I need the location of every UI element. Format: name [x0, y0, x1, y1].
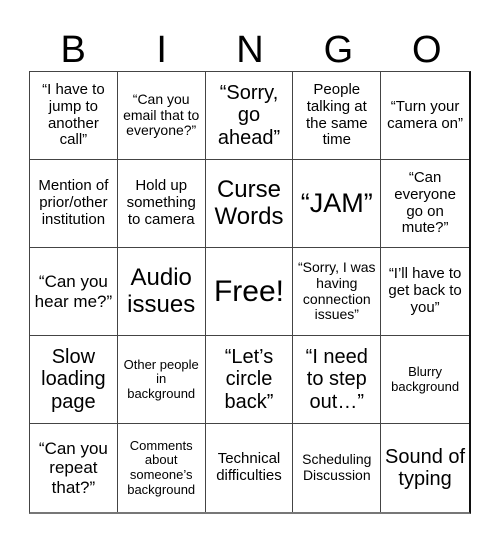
bingo-cell-r4c2[interactable]: Other people in background	[117, 336, 206, 424]
bingo-cell-r1c1[interactable]: “I have to jump to another call”	[30, 72, 118, 160]
cell-text: “Sorry, I was having connection issues”	[298, 259, 376, 323]
cell-text: Sound of typing	[385, 445, 466, 490]
bingo-cell-r5c1[interactable]: “Can you repeat that?”	[30, 424, 118, 512]
cell-text: Free!	[213, 274, 284, 308]
header-letter-o: O	[412, 29, 442, 71]
bingo-cell-r1c4[interactable]: People talking at the same time	[293, 72, 382, 160]
cell-text: Audio issues	[127, 263, 196, 318]
bingo-cell-r2c3[interactable]: Curse Words	[205, 160, 294, 248]
bingo-cell-r4c3[interactable]: “Let’s circle back”	[205, 336, 294, 424]
cell-text: “Can everyone go on mute?”	[394, 168, 456, 237]
bingo-grid: “I have to jump to another call” “Can yo…	[29, 71, 471, 514]
cell-text: “Turn your camera on”	[387, 97, 464, 132]
bingo-cell-r2c5[interactable]: “Can everyone go on mute?”	[381, 160, 469, 248]
cell-text: “Let’s circle back”	[224, 345, 274, 413]
bingo-cell-r4c4[interactable]: “I need to step out…”	[293, 336, 382, 424]
cell-text: “JAM”	[300, 188, 373, 219]
bingo-cell-r5c2[interactable]: Comments about someone’s background	[118, 424, 206, 512]
bingo-cell-r4c5[interactable]: Blurry background	[381, 336, 469, 424]
cell-text: Hold up something to camera	[126, 177, 196, 228]
cell-text: “Can you email that to everyone?”	[123, 90, 200, 139]
bingo-header: B I N G O	[29, 28, 471, 72]
cell-text: “Can you hear me?”	[34, 272, 113, 311]
bingo-cell-r3c4[interactable]: “Sorry, I was having connection issues”	[293, 248, 382, 336]
header-letter-n: N	[236, 29, 264, 71]
header-letter-i: I	[156, 29, 167, 71]
bingo-cell-r5c4[interactable]: Scheduling Discussion	[293, 424, 382, 512]
cell-text: “Sorry, go ahead”	[217, 81, 281, 149]
bingo-cell-free-space[interactable]: Free!	[205, 248, 294, 336]
cell-text: “I have to jump to another call”	[42, 80, 105, 149]
cell-text: Mention of prior/other institution	[38, 177, 109, 228]
bingo-cell-r5c3[interactable]: Technical difficulties	[206, 424, 294, 512]
header-letter-b: B	[60, 29, 86, 71]
bingo-cell-r3c1[interactable]: “Can you hear me?”	[30, 248, 118, 336]
cell-text: Slow loading page	[41, 345, 106, 413]
bingo-cell-r2c1[interactable]: Mention of prior/other institution	[30, 160, 118, 248]
cell-text: Curse Words	[214, 175, 284, 230]
cell-text: Comments about someone’s background	[127, 437, 196, 497]
bingo-cell-r1c5[interactable]: “Turn your camera on”	[381, 72, 469, 160]
bingo-cell-r5c5[interactable]: Sound of typing	[381, 424, 469, 512]
bingo-cell-r2c2[interactable]: Hold up something to camera	[117, 160, 206, 248]
bingo-cell-r1c2[interactable]: “Can you email that to everyone?”	[117, 72, 206, 160]
bingo-cell-r4c1[interactable]: Slow loading page	[30, 336, 118, 424]
header-letter-g: G	[323, 29, 354, 71]
bingo-cell-r1c3[interactable]: “Sorry, go ahead”	[205, 72, 294, 160]
bingo-cell-r3c5[interactable]: “I’ll have to get back to you”	[381, 248, 469, 336]
cell-text: People talking at the same time	[305, 80, 368, 149]
cell-text: “I need to step out…”	[305, 345, 368, 413]
cell-text: “Can you repeat that?”	[38, 439, 108, 497]
cell-text: Technical difficulties	[216, 450, 282, 484]
bingo-cell-r2c4[interactable]: “JAM”	[293, 160, 382, 248]
cell-text: Other people in background	[123, 356, 199, 401]
cell-text: Scheduling Discussion	[302, 451, 372, 483]
cell-text: Blurry background	[391, 363, 460, 394]
cell-text: “I’ll have to get back to you”	[388, 265, 462, 316]
bingo-cell-r3c2[interactable]: Audio issues	[117, 248, 206, 336]
